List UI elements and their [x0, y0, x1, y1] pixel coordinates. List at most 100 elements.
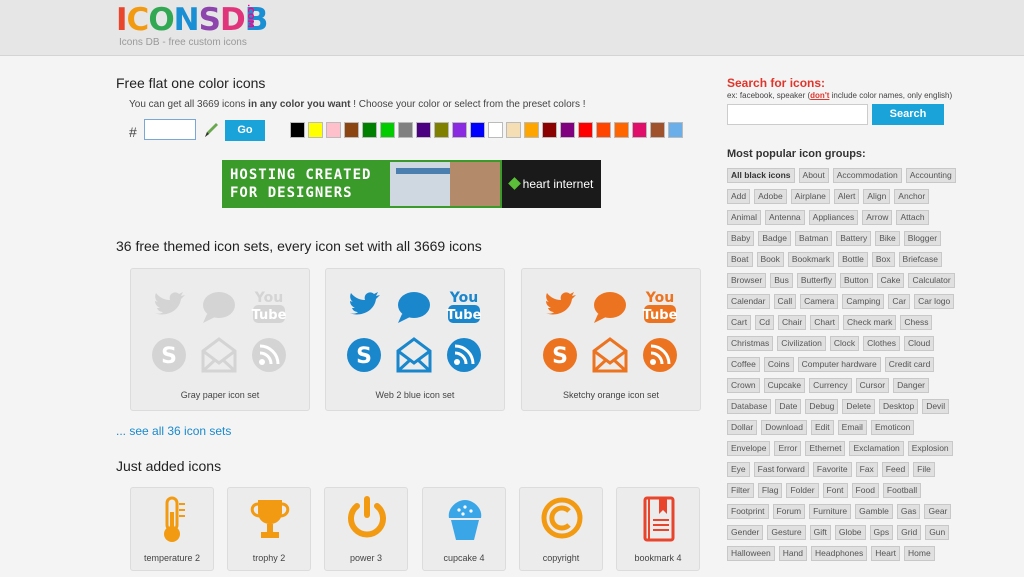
icon-set-card-blue[interactable]: You Tube S Web 2 blue icon set [325, 268, 505, 411]
icon-group-tag[interactable]: Dollar [727, 420, 758, 435]
color-swatch[interactable] [344, 122, 359, 138]
icon-group-tag[interactable]: Gps [869, 525, 894, 540]
icon-group-tag[interactable]: Halloween [727, 546, 775, 561]
icon-group-tag[interactable]: Email [837, 420, 867, 435]
icon-group-tag[interactable]: Briefcase [898, 252, 942, 267]
color-swatch[interactable] [668, 122, 683, 138]
just-added-icon-card[interactable]: trophy 2 [227, 487, 311, 571]
icon-group-tag[interactable]: Book [756, 252, 784, 267]
icon-group-tag[interactable]: Footprint [727, 504, 769, 519]
icon-group-tag[interactable]: Explosion [907, 441, 953, 456]
icon-group-tag[interactable]: Blogger [903, 231, 942, 246]
icon-group-tag[interactable]: Camping [842, 294, 885, 309]
icon-group-tag[interactable]: Gender [727, 525, 764, 540]
icon-group-tag[interactable]: Computer hardware [797, 357, 881, 372]
icon-group-tag[interactable]: Gear [924, 504, 952, 519]
icon-group-tag[interactable]: Football [882, 483, 922, 498]
icon-group-tag[interactable]: Clock [829, 336, 860, 351]
icon-group-tag[interactable]: Camera [800, 294, 839, 309]
color-swatch[interactable] [614, 122, 629, 138]
just-added-icon-card[interactable]: cupcake 4 [422, 487, 506, 571]
icon-group-tag[interactable]: Chair [777, 315, 807, 330]
icon-group-tag[interactable]: Hand [778, 546, 808, 561]
icon-group-tag[interactable]: Gamble [855, 504, 893, 519]
icon-group-tag[interactable]: Accommodation [832, 168, 902, 183]
icon-group-tag[interactable]: Clothes [863, 336, 900, 351]
icon-group-tag[interactable]: Arrow [862, 210, 893, 225]
icon-group-tag[interactable]: Batman [794, 231, 833, 246]
icon-group-tag[interactable]: Feed [881, 462, 910, 477]
icon-group-tag[interactable]: Edit [811, 420, 834, 435]
color-swatch[interactable] [380, 122, 395, 138]
icon-group-tag[interactable]: Devil [922, 399, 950, 414]
icon-group-tag[interactable]: Bottle [838, 252, 868, 267]
color-swatch[interactable] [452, 122, 467, 138]
icon-group-tag[interactable]: Appliances [808, 210, 859, 225]
icon-group-tag[interactable]: Battery [836, 231, 872, 246]
color-swatch[interactable] [434, 122, 449, 138]
icon-group-tag[interactable]: Date [775, 399, 802, 414]
icon-group-tag[interactable]: Download [761, 420, 808, 435]
icon-group-tag[interactable]: Error [774, 441, 802, 456]
icon-group-tag[interactable]: Civilization [777, 336, 826, 351]
icon-group-tag[interactable]: Anchor [894, 189, 930, 204]
color-swatch[interactable] [326, 122, 341, 138]
icon-group-tag[interactable]: Cursor [855, 378, 890, 393]
just-added-icon-card[interactable]: copyright [519, 487, 603, 571]
icon-group-tag[interactable]: Boat [727, 252, 753, 267]
icon-group-tag[interactable]: Fast forward [753, 462, 809, 477]
icon-group-tag[interactable]: Bookmark [787, 252, 835, 267]
icon-group-tag[interactable]: Car logo [914, 294, 955, 309]
color-swatch[interactable] [416, 122, 431, 138]
icon-group-tag[interactable]: Animal [727, 210, 761, 225]
color-swatch[interactable] [488, 122, 503, 138]
icon-group-tag[interactable]: Gift [809, 525, 831, 540]
icon-group-tag[interactable]: Cloud [903, 336, 935, 351]
icon-group-tag[interactable]: Add [727, 189, 751, 204]
go-button[interactable]: Go [225, 120, 265, 141]
color-swatch[interactable] [470, 122, 485, 138]
icon-group-tag[interactable]: Baby [727, 231, 755, 246]
icon-group-tag[interactable]: Desktop [879, 399, 919, 414]
icon-group-tag[interactable]: Fax [855, 462, 878, 477]
icon-group-tag[interactable]: Flag [757, 483, 783, 498]
icon-group-tag[interactable]: Heart [871, 546, 901, 561]
icon-group-tag[interactable]: Folder [786, 483, 819, 498]
icon-set-card-gray[interactable]: You Tube S Gray paper icon set [130, 268, 310, 411]
icon-group-tag[interactable]: Calculator [908, 273, 955, 288]
icon-group-tag[interactable]: Cake [876, 273, 905, 288]
icon-group-tag[interactable]: All black icons [727, 168, 795, 183]
icon-group-tag[interactable]: Font [822, 483, 848, 498]
color-swatch[interactable] [542, 122, 557, 138]
icon-group-tag[interactable]: Filter [727, 483, 754, 498]
color-swatch[interactable] [560, 122, 575, 138]
icon-group-tag[interactable]: Debug [805, 399, 839, 414]
icon-group-tag[interactable]: Grid [897, 525, 922, 540]
just-added-icon-card[interactable]: temperature 2 [130, 487, 214, 571]
icon-group-tag[interactable]: Check mark [843, 315, 897, 330]
icon-group-tag[interactable]: Adobe [754, 189, 787, 204]
icon-group-tag[interactable]: Coffee [727, 357, 760, 372]
icon-group-tag[interactable]: Button [840, 273, 873, 288]
color-swatch[interactable] [632, 122, 647, 138]
icon-group-tag[interactable]: Envelope [727, 441, 771, 456]
icon-group-tag[interactable]: Chess [900, 315, 933, 330]
icon-set-card-orange[interactable]: You Tube S Sketchy orange icon set [521, 268, 701, 411]
icon-group-tag[interactable]: Box [871, 252, 895, 267]
icon-group-tag[interactable]: Favorite [812, 462, 852, 477]
icon-group-tag[interactable]: Furniture [809, 504, 852, 519]
icon-group-tag[interactable]: Antenna [764, 210, 805, 225]
icon-group-tag[interactable]: Home [904, 546, 935, 561]
icon-group-tag[interactable]: Exclamation [849, 441, 904, 456]
icon-group-tag[interactable]: Badge [758, 231, 791, 246]
just-added-icon-card[interactable]: power 3 [324, 487, 408, 571]
icon-group-tag[interactable]: Food [851, 483, 879, 498]
icon-group-tag[interactable]: Currency [809, 378, 852, 393]
icon-group-tag[interactable]: Bus [770, 273, 793, 288]
icon-group-tag[interactable]: Airplane [790, 189, 830, 204]
advertisement-banner[interactable]: HOSTING CREATED FOR DESIGNERS heart inter… [222, 160, 601, 208]
icon-group-tag[interactable]: Ethernet [805, 441, 846, 456]
icon-group-tag[interactable]: Eye [727, 462, 750, 477]
color-swatch[interactable] [290, 122, 305, 138]
color-picker-icon[interactable] [202, 120, 220, 140]
